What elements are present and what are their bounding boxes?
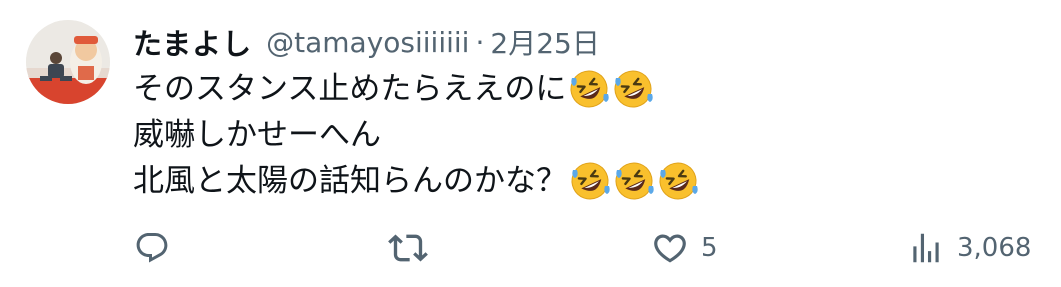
heart-icon	[654, 234, 686, 263]
like-count: 5	[701, 233, 718, 263]
avatar[interactable]	[26, 20, 110, 104]
analytics-icon	[913, 233, 939, 263]
retweet-icon	[388, 234, 428, 262]
user-handle[interactable]: @tamayosiiiiiii	[266, 26, 469, 59]
like-button[interactable]: 5	[651, 226, 718, 270]
tweet-actions: 5 3,068	[0, 226, 1061, 270]
rolling-on-floor-laughing-icon	[568, 68, 610, 110]
rolling-on-floor-laughing-icon	[657, 160, 699, 202]
rolling-on-floor-laughing-icon	[569, 160, 611, 202]
rolling-on-floor-laughing-icon	[613, 160, 655, 202]
views-button[interactable]: 3,068	[907, 226, 1031, 270]
rolling-on-floor-laughing-icon	[612, 68, 654, 110]
display-name[interactable]: たまよし	[133, 21, 252, 63]
tweet[interactable]: たまよし @tamayosiiiiiii · 2月25日 そのスタンス止めたらえ…	[0, 0, 1061, 287]
tweet-text: そのスタンス止めたらええのに 威嚇しかせーへん 北風と太陽の話知らんのかな？	[133, 66, 699, 204]
reply-icon	[136, 233, 168, 263]
reply-button[interactable]	[134, 226, 182, 270]
separator-dot: ·	[475, 25, 485, 59]
tweet-text-line-2: 威嚇しかせーへん	[133, 112, 699, 158]
views-count: 3,068	[957, 233, 1032, 263]
line-text: そのスタンス止めたらええのに	[133, 71, 567, 107]
tweet-text-line-1: そのスタンス止めたらええのに	[133, 66, 699, 112]
line-text: 威嚇しかせーへん	[133, 117, 381, 153]
avatar-image	[26, 20, 110, 104]
tweet-header: たまよし @tamayosiiiiiii · 2月25日	[133, 20, 600, 64]
tweet-text-line-3: 北風と太陽の話知らんのかな？	[133, 158, 699, 204]
retweet-button[interactable]	[388, 226, 440, 270]
tweet-date[interactable]: 2月25日	[490, 22, 599, 62]
line-text: 北風と太陽の話知らんのかな？	[133, 163, 567, 199]
